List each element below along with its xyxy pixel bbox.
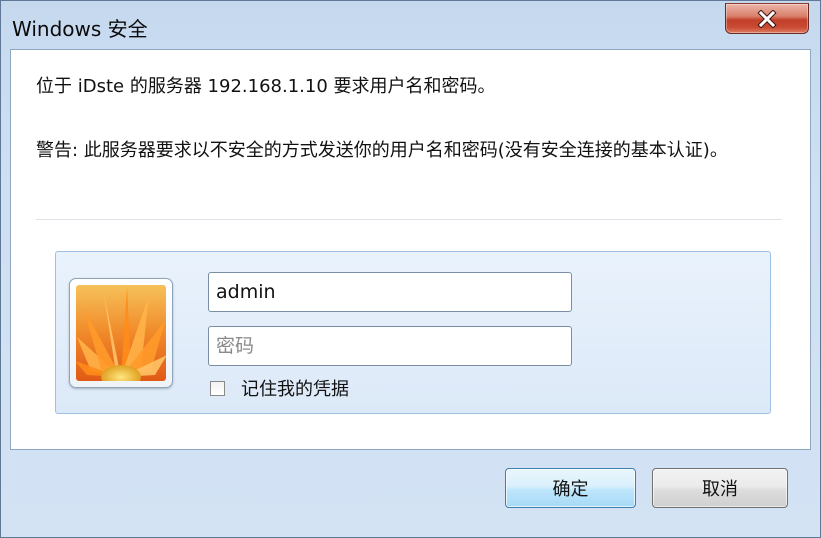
close-icon (726, 4, 808, 33)
remember-credentials[interactable]: 记住我的凭据 (208, 376, 349, 400)
title-bar[interactable]: Windows 安全 (1, 1, 820, 49)
security-warning: 警告: 此服务器要求以不安全的方式发送你的用户名和密码(没有安全连接的基本认证)… (36, 140, 728, 161)
close-button[interactable] (725, 3, 809, 34)
cancel-button[interactable]: 取消 (652, 468, 788, 508)
divider (36, 219, 782, 220)
server-message: 位于 iDste 的服务器 192.168.1.10 要求用户名和密码。 (36, 76, 496, 97)
dialog-content: 位于 iDste 的服务器 192.168.1.10 要求用户名和密码。 警告:… (10, 49, 811, 450)
credential-panel: 记住我的凭据 (55, 251, 771, 414)
window-title: Windows 安全 (12, 17, 148, 41)
remember-label: 记住我的凭据 (241, 379, 349, 400)
ok-button[interactable]: 确定 (505, 468, 636, 508)
user-avatar (69, 278, 173, 388)
security-dialog: Windows 安全 位于 iDste 的服务器 192.168.1.10 要求… (0, 0, 821, 538)
password-input[interactable] (208, 326, 572, 366)
username-input[interactable] (208, 272, 572, 312)
flower-picture-icon (76, 285, 166, 381)
remember-checkbox[interactable] (210, 380, 225, 396)
